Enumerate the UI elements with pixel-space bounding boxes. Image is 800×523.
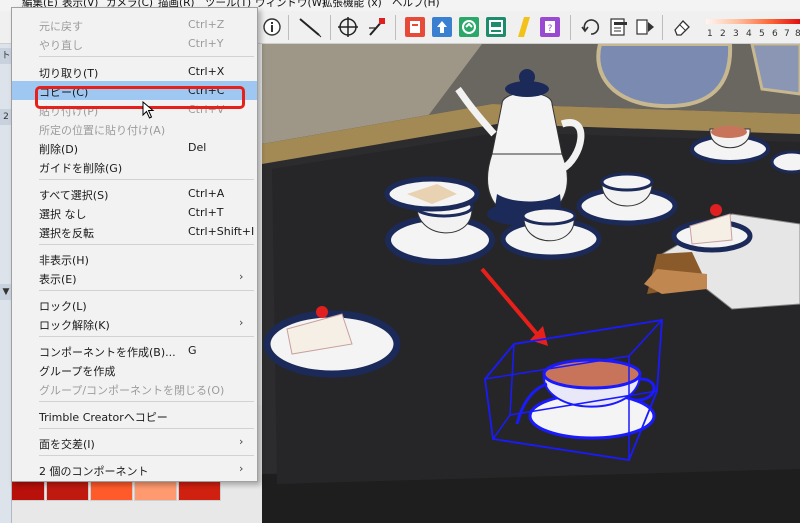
rotate-icon[interactable]	[580, 16, 602, 38]
menu-item-make-component[interactable]: コンポーネントを作成(B)... G	[12, 341, 257, 360]
scale-label: 3	[733, 29, 739, 39]
scale-label: 8	[795, 29, 800, 39]
menu-item-component-count[interactable]: 2 個のコンポーネント ›	[12, 460, 257, 479]
highlight-callout-box	[35, 86, 245, 109]
menu-item-label: 非表示(H)	[39, 254, 89, 267]
model-viewport[interactable]	[262, 44, 800, 523]
menu-help[interactable]: ヘルプ(H)	[392, 0, 440, 10]
menu-item-undo: 元に戻す Ctrl+Z	[12, 15, 257, 34]
menu-item-label: 元に戻す	[39, 20, 83, 33]
pen-tool-icon[interactable]	[296, 16, 324, 38]
scale-label: 6	[772, 29, 778, 39]
menu-item-lock[interactable]: ロック(L)	[12, 295, 257, 314]
menu-extensions[interactable]: 拡張機能 (x)	[322, 0, 382, 10]
section-tool-icon[interactable]	[366, 16, 388, 38]
mouse-cursor-icon	[142, 100, 156, 122]
menu-item-delete-guides[interactable]: ガイドを削除(G)	[12, 157, 257, 176]
menu-item-show[interactable]: 表示(E) ›	[12, 268, 257, 287]
info-icon[interactable]	[261, 16, 283, 38]
menu-item-label: 選択 なし	[39, 208, 87, 221]
menu-item-cut[interactable]: 切り取り(T) Ctrl+X	[12, 62, 257, 81]
menu-item-shortcut: Ctrl+T	[188, 206, 224, 219]
color-swatch[interactable]	[178, 479, 221, 501]
menu-item-intersect-faces[interactable]: 面を交差(I) ›	[12, 433, 257, 452]
menu-separator	[39, 455, 254, 456]
menu-separator	[39, 56, 254, 57]
menu-item-label: Trimble Creatorへコピー	[39, 411, 168, 424]
scale-label: 7	[784, 29, 790, 39]
menu-separator	[39, 428, 254, 429]
menu-item-label: すべて選択(S)	[39, 189, 109, 202]
scale-label: 2	[720, 29, 726, 39]
pages-icon[interactable]	[607, 16, 629, 38]
menu-item-shortcut: Ctrl+Z	[188, 18, 225, 31]
menu-item-shortcut: Ctrl+Shift+I	[188, 225, 255, 238]
export-red-icon[interactable]	[404, 16, 426, 38]
context-menu: 元に戻す Ctrl+Z やり直し Ctrl+Y 切り取り(T) Ctrl+X コ…	[11, 7, 258, 482]
upload-blue-icon[interactable]	[431, 16, 453, 38]
submenu-arrow-icon: ›	[239, 435, 244, 448]
section-plane-icon[interactable]	[337, 16, 359, 38]
menu-item-label: 切り取り(T)	[39, 67, 99, 80]
menu-item-select-all[interactable]: すべて選択(S) Ctrl+A	[12, 184, 257, 203]
menu-item-label: 選択を反転	[39, 227, 94, 240]
svg-text:?: ?	[548, 24, 553, 34]
menu-item-copy-to-creator[interactable]: Trimble Creatorへコピー	[12, 406, 257, 425]
menu-item-make-group[interactable]: グループを作成	[12, 360, 257, 379]
eraser-icon[interactable]	[671, 16, 693, 38]
menu-window[interactable]: ウィンドウ(W)	[255, 0, 326, 10]
menu-item-hide[interactable]: 非表示(H)	[12, 249, 257, 268]
yellow-stripe-icon[interactable]	[512, 16, 534, 38]
menu-separator	[39, 244, 254, 245]
menu-separator	[39, 336, 254, 337]
menu-item-shortcut: Del	[188, 141, 207, 154]
menu-separator	[39, 401, 254, 402]
menu-item-label: 表示(E)	[39, 273, 77, 286]
color-swatch[interactable]	[90, 479, 133, 501]
menu-item-shortcut: Ctrl+Y	[188, 37, 224, 50]
color-swatch[interactable]	[46, 479, 89, 501]
menu-item-label: 2 個のコンポーネント	[39, 465, 149, 478]
layout-green-icon[interactable]	[485, 16, 507, 38]
color-swatch[interactable]	[134, 479, 177, 501]
menu-item-close-group: グループ/コンポーネントを閉じる(O)	[12, 379, 257, 398]
color-scale-bar	[706, 19, 800, 24]
menu-separator	[39, 290, 254, 291]
menu-item-delete[interactable]: 削除(D) Del	[12, 138, 257, 157]
menu-item-label: やり直し	[39, 39, 83, 52]
submenu-arrow-icon: ›	[239, 462, 244, 475]
menu-item-label: ロック解除(K)	[39, 319, 110, 332]
menu-item-shortcut: Ctrl+A	[188, 187, 225, 200]
menu-separator	[39, 179, 254, 180]
menu-item-shortcut: Ctrl+X	[188, 65, 225, 78]
menu-item-label: 面を交差(I)	[39, 438, 95, 451]
menu-item-label: ガイドを削除(G)	[39, 162, 123, 175]
purple-extension-icon[interactable]: ?	[539, 16, 561, 38]
menu-item-invert-selection[interactable]: 選択を反転 Ctrl+Shift+I	[12, 222, 257, 241]
menu-item-redo: やり直し Ctrl+Y	[12, 34, 257, 53]
menu-item-select-none[interactable]: 選択 なし Ctrl+T	[12, 203, 257, 222]
submenu-arrow-icon: ›	[239, 316, 244, 329]
warehouse-green-icon[interactable]	[458, 16, 480, 38]
menu-item-unlock[interactable]: ロック解除(K) ›	[12, 314, 257, 333]
scale-label: 5	[759, 29, 765, 39]
menu-item-shortcut: G	[188, 344, 197, 357]
forward-icon[interactable]	[634, 16, 656, 38]
menu-item-label: グループを作成	[39, 365, 116, 378]
submenu-arrow-icon: ›	[239, 270, 244, 283]
menu-item-label: ロック(L)	[39, 300, 87, 313]
menu-item-paste-in-place: 所定の位置に貼り付け(A)	[12, 119, 257, 138]
menu-item-label: グループ/コンポーネントを閉じる(O)	[39, 384, 225, 397]
scene-render	[262, 44, 800, 523]
menu-item-label: コンポーネントを作成(B)...	[39, 346, 176, 359]
menu-item-label: 所定の位置に貼り付け(A)	[39, 124, 166, 137]
scale-label: 4	[746, 29, 752, 39]
menu-item-label: 削除(D)	[39, 143, 79, 156]
scale-label: 1	[707, 29, 713, 39]
